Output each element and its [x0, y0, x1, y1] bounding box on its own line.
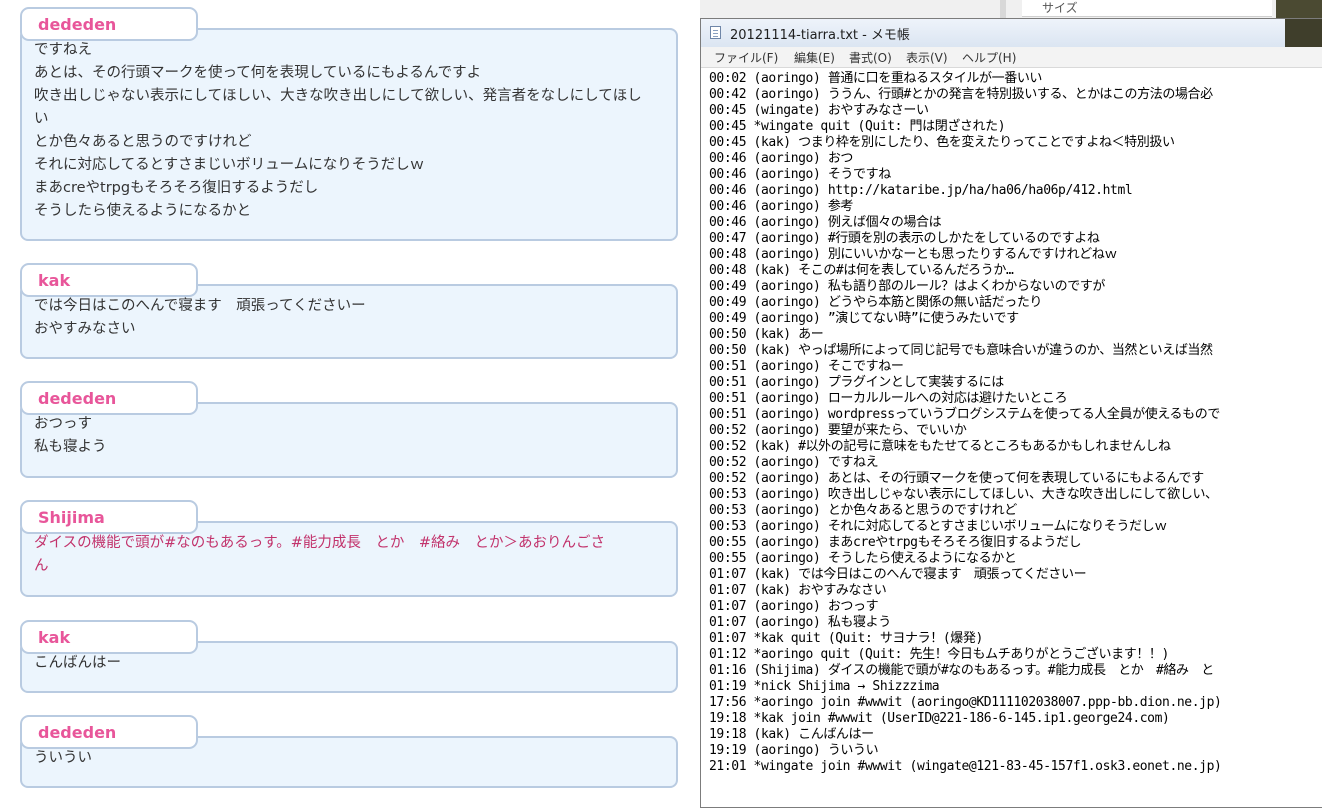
title-bar[interactable]: 20121114-tiarra.txt - メモ帳 — [701, 19, 1322, 47]
size-label: サイズ — [1042, 1, 1078, 15]
log-line: 01:07 (aoringo) 私も寝よう — [709, 615, 891, 630]
log-line: 00:46 (aoringo) おつ — [709, 151, 854, 166]
log-line: 01:07 *kak quit (Quit: サヨナラ！(爆発) — [709, 631, 983, 646]
menu-file[interactable]: ファイル(F) — [714, 49, 778, 66]
log-line: 00:42 (aoringo) ううん、行頭#とかの発言を特別扱いする、とかはこ… — [709, 87, 1213, 102]
chat-message: ダイスの機能で頭が#なのもあるっす。#能力成長 とか #絡み とか＞あおりんごさ… — [20, 500, 678, 597]
author-name: Shijima — [38, 508, 105, 527]
message-bubble: ですねえ あとは、その行頭マークを使って何を表現しているにもよるんですよ 吹き出… — [20, 28, 678, 241]
log-line: 21:01 *wingate join #wwwit (wingate@121-… — [709, 759, 1222, 774]
log-line: 00:53 (aoringo) それに対応してるとすさまじいボリュームになりそう… — [709, 519, 1167, 534]
log-line: 00:52 (kak) #以外の記号に意味をもたせてるところもあるかもしれません… — [709, 439, 1171, 454]
log-line: 01:07 (aoringo) おつっす — [709, 599, 879, 614]
log-line: 00:46 (aoringo) そうですね — [709, 167, 891, 182]
log-line: 00:52 (aoringo) 要望が来たら、でいいか — [709, 423, 967, 438]
log-line: 00:53 (aoringo) とか色々あると思うのですけれど — [709, 503, 1017, 518]
log-line: 00:52 (aoringo) ですねえ — [709, 455, 879, 470]
log-line: 00:52 (aoringo) あとは、その行頭マークを使って何を表現しているに… — [709, 471, 1204, 486]
window-title: 20121114-tiarra.txt - メモ帳 — [730, 28, 910, 43]
notepad-window[interactable]: 20121114-tiarra.txt - メモ帳 ファイル(F) 編集(E) … — [700, 18, 1322, 808]
menu-help[interactable]: ヘルプ(H) — [962, 49, 1016, 66]
log-line: 00:46 (aoringo) 参考 — [709, 199, 854, 214]
author-tab: dededen — [20, 7, 198, 41]
author-tab: Shijima — [20, 500, 198, 534]
log-line: 00:50 (kak) あー — [709, 327, 824, 342]
log-line: 01:12 *aoringo quit (Quit: 先生！今日もムチありがとう… — [709, 647, 1169, 662]
log-line: 01:16 (Shijima) ダイスの機能で頭が#なのもあるっす。#能力成長 … — [709, 663, 1214, 678]
log-line: 00:49 (aoringo) 私も語り部のルール？はよくわからないのですが — [709, 279, 1106, 294]
log-line: 19:18 (kak) こんばんはー — [709, 727, 874, 742]
message-line: ダイスの機能で頭が#なのもあるっす。#能力成長 とか #絡み とか＞あおりんごさ — [34, 535, 606, 551]
log-line: 00:49 (aoringo) ”演じてない時”に使うみたいです — [709, 311, 1019, 326]
menu-bar: ファイル(F) 編集(E) 書式(O) 表示(V) ヘルプ(H) — [701, 47, 1322, 68]
message-line: 吹き出しじゃない表示にしてほしい、大きな吹き出しにして欲しい、発言者をなしにして… — [34, 88, 642, 104]
log-line: 01:07 (kak) では今日はこのへんで寝ます 頑張ってくださいー — [709, 567, 1087, 582]
background-panel: サイズ — [1022, 0, 1272, 17]
log-line: 00:48 (aoringo) 別にいいかなーとも思ったりするんですけれどねｗ — [709, 247, 1117, 262]
message-line: おやすみなさい — [34, 321, 136, 337]
author-tab: dededen — [20, 715, 198, 749]
chat-message: こんばんはー kak — [20, 620, 678, 693]
message-line: では今日はこのへんで寝ます 頑張ってくださいー — [34, 298, 366, 314]
menu-format[interactable]: 書式(O) — [849, 49, 892, 66]
thumbnail-image — [1276, 0, 1322, 18]
log-line: 00:45 (kak) つまり枠を別にしたり、色を変えたりってことですよね＜特別… — [709, 135, 1175, 150]
text-editor-area[interactable]: 00:02 (aoringo) 普通に口を重ねるスタイルが一番いい 00:42 (… — [709, 71, 1322, 807]
message-line: 私も寝よう — [34, 439, 107, 455]
thumbnail-image — [1285, 19, 1322, 47]
author-tab: dededen — [20, 381, 198, 415]
log-line: 00:47 (aoringo) #行頭を別の表示のしかたをしているのですよね — [709, 231, 1100, 246]
log-line: 19:18 *kak join #wwwit (UserID@221-186-6… — [709, 711, 1170, 726]
log-line: 00:46 (aoringo) http://kataribe.jp/ha/ha… — [709, 183, 1133, 198]
author-name: dededen — [38, 15, 117, 34]
message-line: ん — [34, 558, 49, 574]
log-line: 00:45 (wingate) おやすみなさーい — [709, 103, 929, 118]
message-line: こんばんはー — [34, 655, 121, 671]
message-line: い — [34, 111, 49, 127]
log-line: 00:45 *wingate quit (Quit: 門は閉ざされた) — [709, 119, 1006, 134]
log-line: 00:48 (kak) そこの#は何を表しているんだろうか… — [709, 263, 1014, 278]
author-name: kak — [38, 271, 71, 290]
menu-edit[interactable]: 編集(E) — [794, 49, 835, 66]
chat-message: ういうい dededen — [20, 715, 678, 788]
menu-view[interactable]: 表示(V) — [906, 49, 948, 66]
log-line: 00:53 (aoringo) 吹き出しじゃない表示にしてほしい、大きな吹き出し… — [709, 487, 1218, 502]
author-tab: kak — [20, 620, 198, 654]
message-line: おつっす — [34, 416, 92, 432]
message-line: それに対応してるとすさまじいボリュームになりそうだしｗ — [34, 157, 425, 173]
author-tab: kak — [20, 263, 198, 297]
log-line: 00:55 (aoringo) まあcreやtrpgもそろそろ復旧するようだし — [709, 535, 1082, 550]
chat-message: では今日はこのへんで寝ます 頑張ってくださいー おやすみなさい kak — [20, 263, 678, 359]
message-line: そうしたら使えるようになるかと — [34, 203, 252, 219]
chat-message: おつっす 私も寝よう dededen — [20, 381, 678, 478]
author-name: dededen — [38, 723, 117, 742]
log-line: 00:51 (aoringo) wordpressっていうブログシステムを使って… — [709, 407, 1220, 422]
message-line: まあcreやtrpgもそろそろ復旧するようだし — [34, 180, 319, 196]
chat-message: ですねえ あとは、その行頭マークを使って何を表現しているにもよるんですよ 吹き出… — [20, 7, 678, 241]
chat-view: ですねえ あとは、その行頭マークを使って何を表現しているにもよるんですよ 吹き出… — [0, 0, 700, 795]
log-line: 00:55 (aoringo) そうしたら使えるようになるかと — [709, 551, 1017, 566]
message-line: あとは、その行頭マークを使って何を表現しているにもよるんですよ — [34, 65, 482, 81]
log-line: 00:51 (aoringo) ローカルルールへの対応は避けたいところ — [709, 391, 1068, 406]
message-line: ですねえ — [34, 42, 92, 58]
background-window-strip: サイズ — [700, 0, 1322, 18]
author-name: kak — [38, 628, 71, 647]
log-line: 19:19 (aoringo) ういうい — [709, 743, 879, 758]
log-line: 01:19 *nick Shijima → Shizzzima — [709, 679, 940, 694]
log-line: 00:51 (aoringo) そこですねー — [709, 359, 904, 374]
window-edge — [1000, 0, 1006, 18]
message-line: とか色々あると思うのですけれど — [34, 134, 252, 150]
log-line: 00:02 (aoringo) 普通に口を重ねるスタイルが一番いい — [709, 71, 1043, 86]
log-line: 01:07 (kak) おやすみなさい — [709, 583, 887, 598]
author-name: dededen — [38, 389, 117, 408]
notepad-icon — [710, 26, 721, 39]
log-line: 00:49 (aoringo) どうやら本筋と関係の無い話だったり — [709, 295, 1043, 310]
message-line: ういうい — [34, 750, 92, 766]
log-line: 00:51 (aoringo) プラグインとして実装するには — [709, 375, 1004, 390]
log-line: 17:56 *aoringo join #wwwit (aoringo@KD11… — [709, 695, 1222, 710]
log-line: 00:46 (aoringo) 例えば個々の場合は — [709, 215, 942, 230]
log-line: 00:50 (kak) やっぱ場所によって同じ記号でも意味合いが違うのか、当然と… — [709, 343, 1213, 358]
